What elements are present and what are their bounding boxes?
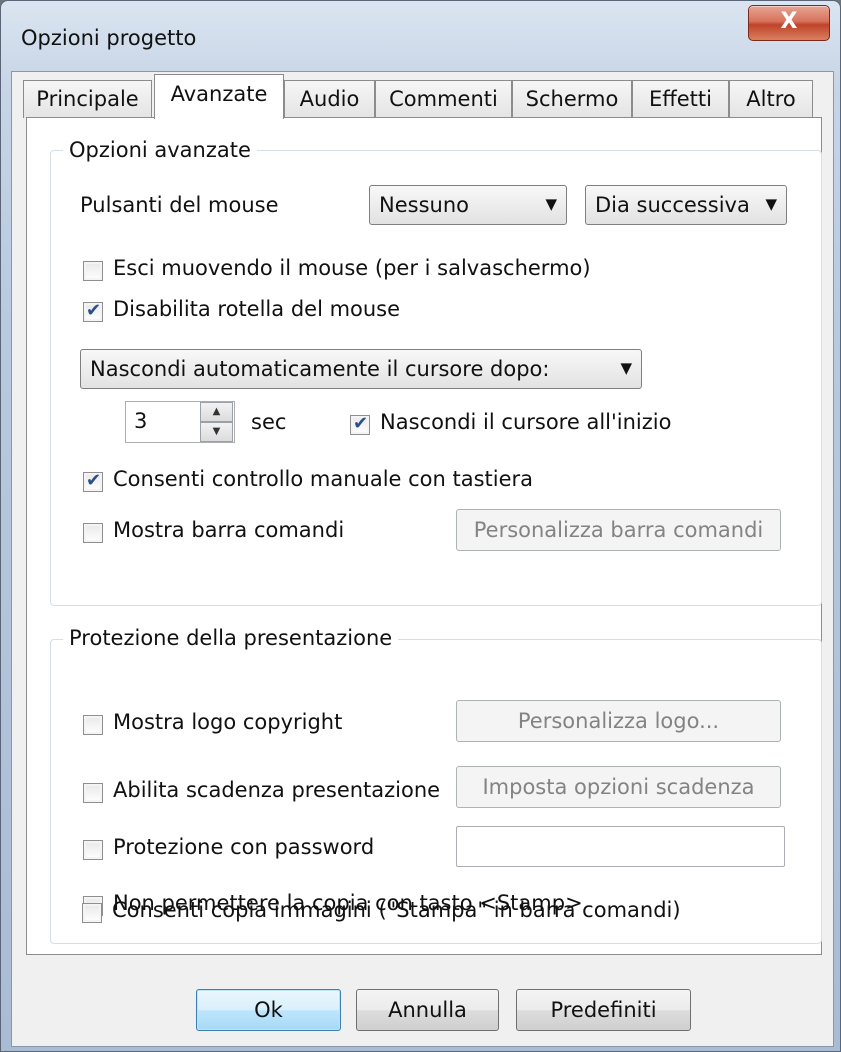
- cursor-hide-mode-value: Nascondi automaticamente il cursore dopo…: [90, 357, 550, 381]
- mouse-button-right-value: Dia successiva: [595, 193, 750, 217]
- tab-strip: Principale Avanzate Audio Commenti Scher…: [12, 72, 835, 119]
- allow-image-copy-label: Consenti copia immagini ("Stampa" in bar…: [112, 898, 681, 922]
- keyboard-control-checkbox[interactable]: [83, 470, 103, 492]
- tab-page-avanzate: Opzioni avanzate Pulsanti del mouse Ness…: [26, 117, 822, 955]
- cursor-seconds-stepper[interactable]: 3 ▲ ▼: [125, 401, 235, 443]
- show-command-bar-label: Mostra barra comandi: [113, 518, 345, 542]
- ok-button[interactable]: Ok: [196, 989, 341, 1031]
- password-protection-checkbox[interactable]: [83, 840, 103, 860]
- hide-cursor-at-start-checkbox[interactable]: [350, 413, 370, 435]
- show-copyright-logo-checkbox[interactable]: [83, 715, 103, 735]
- spin-up-icon[interactable]: ▲: [200, 402, 233, 422]
- cursor-hide-mode-select[interactable]: Nascondi automaticamente il cursore dopo…: [80, 349, 642, 389]
- chevron-down-icon: ▼: [545, 195, 557, 213]
- tab-schermo[interactable]: Schermo: [512, 80, 632, 118]
- advanced-options-legend: Opzioni avanzate: [63, 138, 257, 162]
- enable-expiration-label: Abilita scadenza presentazione: [113, 778, 441, 802]
- window-title: Opzioni progetto: [21, 26, 197, 50]
- chevron-down-icon: ▼: [765, 195, 777, 213]
- disable-mouse-wheel-checkbox[interactable]: [83, 300, 103, 322]
- show-copyright-logo-label: Mostra logo copyright: [113, 710, 343, 734]
- exit-on-mouse-move-checkbox[interactable]: [83, 261, 103, 281]
- tab-commenti[interactable]: Commenti: [375, 80, 512, 118]
- customize-logo-button[interactable]: Personalizza logo...: [456, 700, 781, 742]
- tab-audio[interactable]: Audio: [284, 80, 375, 118]
- tab-principale[interactable]: Principale: [23, 80, 152, 118]
- defaults-button[interactable]: Predefiniti: [516, 989, 691, 1031]
- title-bar[interactable]: Opzioni progetto X: [1, 1, 840, 71]
- mouse-button-left-value: Nessuno: [379, 193, 469, 217]
- dialog-client-area: Principale Avanzate Audio Commenti Scher…: [11, 71, 834, 1047]
- spin-down-icon[interactable]: ▼: [200, 422, 233, 442]
- keyboard-control-label: Consenti controllo manuale con tastiera: [113, 467, 534, 491]
- password-protection-label: Protezione con password: [113, 835, 375, 859]
- disable-mouse-wheel-label: Disabilita rotella del mouse: [113, 297, 401, 321]
- cursor-seconds-value: 3: [134, 409, 148, 433]
- chevron-down-icon: ▼: [620, 359, 632, 377]
- dialog-window: Opzioni progetto X Principale Avanzate A…: [0, 0, 841, 1052]
- tab-effetti[interactable]: Effetti: [632, 80, 729, 118]
- exit-on-mouse-move-label: Esci muovendo il mouse (per i salvascher…: [113, 256, 591, 280]
- show-command-bar-checkbox[interactable]: [83, 523, 103, 543]
- close-button[interactable]: X: [748, 5, 830, 41]
- cancel-button[interactable]: Annulla: [356, 989, 499, 1031]
- hide-cursor-at-start-label: Nascondi il cursore all'inizio: [380, 410, 672, 434]
- expiration-options-button[interactable]: Imposta opzioni scadenza: [456, 766, 781, 808]
- seconds-unit-label: sec: [251, 410, 287, 434]
- enable-expiration-checkbox[interactable]: [83, 783, 103, 803]
- mouse-button-right-select[interactable]: Dia successiva ▼: [585, 185, 787, 225]
- password-field[interactable]: [456, 826, 785, 867]
- customize-command-bar-button[interactable]: Personalizza barra comandi: [456, 509, 781, 551]
- tab-altro[interactable]: Altro: [729, 80, 813, 118]
- presentation-protection-legend: Protezione della presentazione: [63, 626, 399, 650]
- mouse-button-left-select[interactable]: Nessuno ▼: [369, 185, 567, 225]
- tab-avanzate[interactable]: Avanzate: [154, 74, 284, 119]
- allow-image-copy-checkbox[interactable]: [82, 903, 102, 923]
- mouse-buttons-label: Pulsanti del mouse: [80, 193, 279, 217]
